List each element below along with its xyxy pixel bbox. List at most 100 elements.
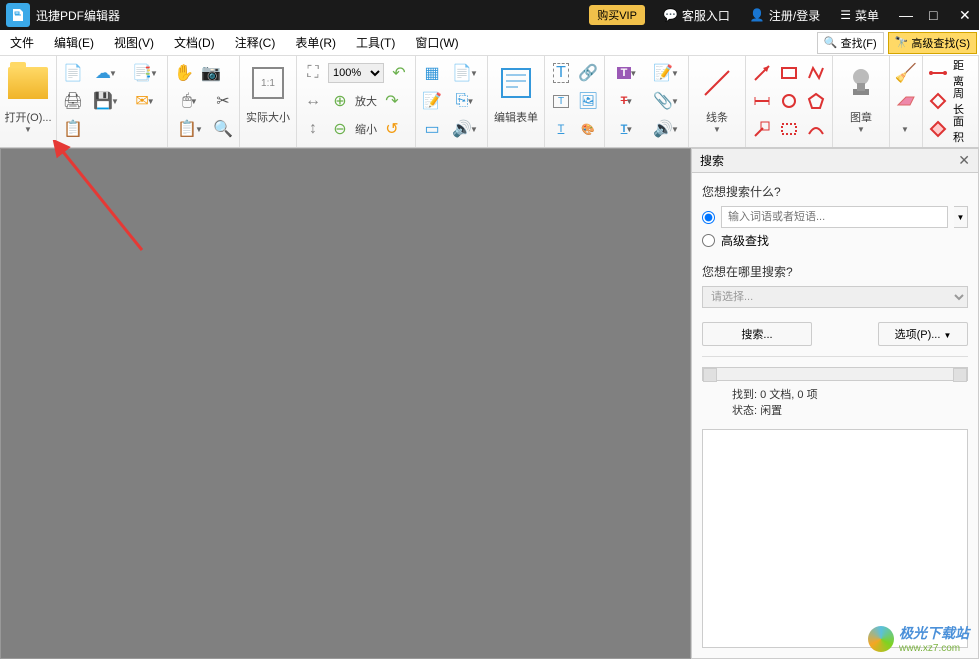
clipboard-icon[interactable]: 📋▼	[172, 117, 208, 141]
search-input[interactable]	[721, 206, 948, 228]
cloud-save-icon[interactable]: ☁▼	[88, 61, 124, 85]
crop-icon[interactable]: ✂	[211, 89, 235, 113]
page-text-icon[interactable]: 📝	[420, 89, 444, 113]
area-label: 面积	[953, 113, 974, 145]
curve-icon[interactable]	[804, 117, 828, 141]
note-icon[interactable]: 📝▼	[648, 61, 684, 85]
menu-file[interactable]: 文件	[0, 30, 44, 56]
email-icon[interactable]: ✉▼	[127, 89, 163, 113]
stamp-dropdown[interactable]: ▼	[857, 125, 865, 134]
text-field-icon[interactable]: T	[549, 89, 573, 113]
select-tool-icon[interactable]: 🖱▼	[172, 89, 208, 113]
blank-icon	[88, 117, 124, 141]
stamp-button[interactable]	[837, 59, 885, 107]
page-resize-icon[interactable]: ⎘▼	[447, 89, 483, 113]
page-add-icon[interactable]: 📄▼	[447, 61, 483, 85]
open-button[interactable]	[4, 59, 52, 107]
minimize-button[interactable]: —	[889, 0, 919, 30]
dash-rect-icon[interactable]	[777, 117, 801, 141]
polygon-icon[interactable]	[804, 89, 828, 113]
area-icon[interactable]	[927, 117, 950, 141]
rect-shape-icon[interactable]	[777, 61, 801, 85]
menu-window[interactable]: 窗口(W)	[405, 30, 468, 56]
app-logo-icon	[6, 3, 30, 27]
maximize-button[interactable]: □	[919, 0, 949, 30]
close-button[interactable]: ✕	[949, 0, 979, 30]
search-execute-button[interactable]: 搜索...	[702, 322, 812, 346]
lines-dropdown[interactable]: ▼	[713, 125, 721, 134]
zoom-in-icon[interactable]: ⊕	[328, 89, 352, 113]
search-basic-radio[interactable]	[702, 211, 715, 224]
menu-tool[interactable]: 工具(T)	[346, 30, 405, 56]
new-doc-icon[interactable]: 📄	[61, 61, 85, 85]
menu-form[interactable]: 表单(R)	[285, 30, 346, 56]
line-tool-button[interactable]	[693, 59, 741, 107]
text-edit-icon[interactable]: T	[549, 61, 573, 85]
watermark-url: www.xz7.com	[899, 643, 969, 654]
eraser-icon[interactable]: 🧹	[894, 61, 918, 85]
fit-width-icon[interactable]: ↔	[301, 89, 325, 113]
sound-attach-icon[interactable]: 🔊▼	[648, 117, 684, 141]
binoculars-icon: 🔭	[895, 36, 909, 49]
image-icon[interactable]: 🖼	[576, 89, 600, 113]
rotate-right-icon[interactable]: ↷	[380, 89, 404, 113]
text-color-icon[interactable]: 🎨	[576, 117, 600, 141]
attach-icon[interactable]: 📎▼	[648, 89, 684, 113]
text-tools-group: T 🔗 T 🖼 T 🎨	[545, 56, 605, 147]
search-results-scrollbar[interactable]	[702, 367, 968, 381]
text-underline-icon[interactable]: T	[549, 117, 573, 141]
document-canvas[interactable]	[0, 148, 691, 659]
menu-comment[interactable]: 注释(C)	[225, 30, 286, 56]
find-text-icon[interactable]: 🔍	[211, 117, 235, 141]
actual-size-button[interactable]: 1:1	[244, 59, 292, 107]
circle-shape-icon[interactable]	[777, 89, 801, 113]
pink-eraser-icon[interactable]	[894, 89, 918, 113]
dropdown-only[interactable]: ▼	[894, 117, 918, 141]
search-advanced-radio[interactable]	[702, 234, 715, 247]
strikeout-icon[interactable]: T▼	[609, 89, 645, 113]
search-panel: 搜索 ✕ 您想搜索什么? ▼ 高级查找 您想在哪里搜索? 请选择... 搜索..…	[691, 148, 979, 659]
menu-button[interactable]: ☰ 菜单	[830, 0, 889, 30]
login-button[interactable]: 👤 注册/登录	[740, 0, 830, 30]
advanced-find-button[interactable]: 🔭 高级查找(S)	[888, 32, 977, 54]
fit-page-icon[interactable]: ⛶	[301, 61, 325, 85]
open-dropdown[interactable]: ▼	[24, 125, 32, 134]
print-icon[interactable]: 🖨	[61, 89, 85, 113]
menu-view[interactable]: 视图(V)	[104, 30, 164, 56]
zoom-out-icon[interactable]: ⊖	[328, 117, 352, 141]
page-sound-icon[interactable]: 🔊▼	[447, 117, 483, 141]
support-button[interactable]: 💬 客服入口	[653, 0, 740, 30]
search-panel-header: 搜索 ✕	[692, 149, 978, 173]
perimeter-icon[interactable]	[927, 89, 950, 113]
underline-tool-icon[interactable]: T▼	[609, 117, 645, 141]
save-icon[interactable]: 💾▼	[88, 89, 124, 113]
search-location-select[interactable]: 请选择...	[702, 286, 968, 308]
search-panel-close-icon[interactable]: ✕	[958, 152, 970, 169]
extract-icon[interactable]: 📑▼	[127, 61, 163, 85]
fit-height-icon[interactable]: ↕	[301, 117, 325, 141]
link-icon[interactable]: 🔗	[576, 61, 600, 85]
menu-edit[interactable]: 编辑(E)	[44, 30, 104, 56]
page-field-icon[interactable]: ▭	[420, 117, 444, 141]
menu-document[interactable]: 文档(D)	[164, 30, 225, 56]
distance-icon[interactable]	[927, 61, 950, 85]
snapshot-icon[interactable]: 📷	[199, 61, 223, 85]
buy-vip-button[interactable]: 购买VIP	[589, 5, 645, 25]
edit-form-button[interactable]	[492, 59, 540, 107]
user-icon: 👤	[750, 8, 765, 22]
copy-doc-icon[interactable]: 📋	[61, 117, 85, 141]
zoom-select[interactable]: 100%	[328, 63, 384, 83]
callout-icon[interactable]	[750, 117, 774, 141]
page-layout-icon[interactable]: ▦	[420, 61, 444, 85]
dimension-icon[interactable]	[750, 89, 774, 113]
blank-icon2	[127, 117, 163, 141]
search-history-dropdown[interactable]: ▼	[954, 206, 968, 228]
rotate-left-icon[interactable]: ↶	[387, 61, 411, 85]
highlight-icon[interactable]: T▼	[609, 61, 645, 85]
polyline-icon[interactable]	[804, 61, 828, 85]
hand-tool-icon[interactable]: ✋	[172, 61, 196, 85]
search-options-button[interactable]: 选项(P)... ▼	[878, 322, 968, 346]
arrow-shape-icon[interactable]	[750, 61, 774, 85]
undo-icon[interactable]: ↺	[380, 117, 404, 141]
find-button[interactable]: 🔍 查找(F)	[817, 32, 884, 54]
